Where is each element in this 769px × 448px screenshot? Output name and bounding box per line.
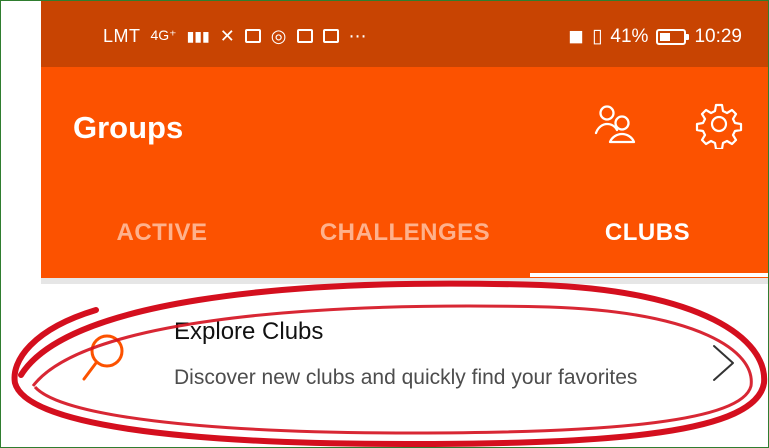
- message-icon: [322, 29, 339, 43]
- people-icon: [594, 105, 636, 144]
- search-icon: [82, 334, 124, 381]
- calendar-icon: [244, 29, 261, 43]
- page-title: Groups: [73, 110, 184, 145]
- battery-icon: [656, 28, 690, 45]
- settings-button[interactable]: [692, 97, 746, 151]
- vibrate-icon: ▯: [591, 26, 603, 47]
- people-button[interactable]: [587, 97, 641, 151]
- gear-icon: [695, 103, 743, 149]
- left-gutter: [1, 1, 41, 447]
- clock: 10:29: [694, 26, 742, 47]
- status-left: LMT 4G⁺ ▮▮▮ ✕ ◎ ⋯: [103, 27, 367, 45]
- app-icon: [296, 29, 313, 43]
- app-bar: Groups ACTIVE CHALLENGES CLUBS: [41, 67, 768, 278]
- item-title: Explore Clubs: [174, 318, 324, 345]
- signal-label: 4G⁺: [150, 27, 177, 43]
- item-description: Discover new clubs and quickly find your…: [174, 366, 638, 389]
- clubs-list: Explore Clubs Discover new clubs and qui…: [41, 284, 768, 447]
- nfc-icon: ◼: [568, 26, 584, 47]
- carrier-name: LMT: [103, 26, 141, 46]
- app-screen: LMT 4G⁺ ▮▮▮ ✕ ◎ ⋯ ◼ ▯ 41% 10:29 Groups A…: [41, 1, 768, 447]
- status-right: ◼ ▯ 41% 10:29: [568, 27, 742, 46]
- tab-challenges[interactable]: CHALLENGES: [283, 189, 527, 277]
- explore-clubs-item[interactable]: Explore Clubs Discover new clubs and qui…: [41, 284, 768, 447]
- group-tabs: ACTIVE CHALLENGES CLUBS: [41, 189, 768, 277]
- notification-icon: ✕: [219, 26, 235, 46]
- tab-active[interactable]: ACTIVE: [41, 189, 283, 277]
- screenshot-frame: LMT 4G⁺ ▮▮▮ ✕ ◎ ⋯ ◼ ▯ 41% 10:29 Groups A…: [0, 0, 769, 448]
- chevron-right-icon: [713, 345, 734, 381]
- tab-clubs[interactable]: CLUBS: [527, 189, 768, 277]
- browser-icon: ◎: [270, 26, 287, 46]
- more-icon: ⋯: [348, 26, 367, 46]
- status-bar: LMT 4G⁺ ▮▮▮ ✕ ◎ ⋯ ◼ ▯ 41% 10:29: [41, 1, 768, 67]
- signal-bars-icon: ▮▮▮: [186, 28, 210, 44]
- battery-percent: 41%: [610, 26, 649, 47]
